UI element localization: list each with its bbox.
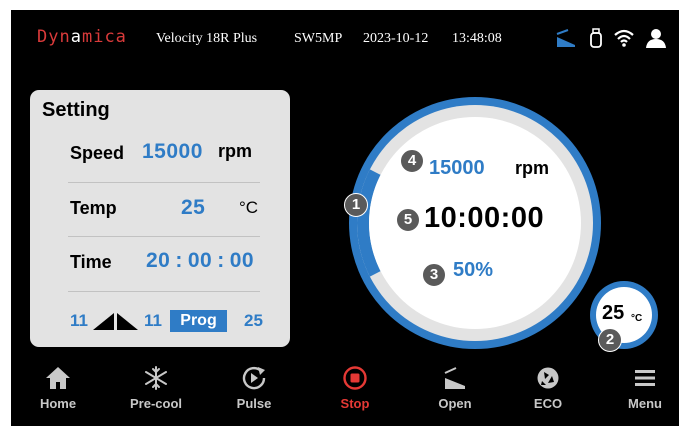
current-speed: 15000: [429, 157, 485, 179]
time-sep: :: [217, 249, 225, 272]
menu-icon: [635, 370, 655, 386]
setting-title: Setting: [42, 99, 110, 121]
time-sep: :: [175, 249, 183, 272]
callout-badge-2: 2: [598, 328, 622, 352]
nav-stop-label: Stop: [340, 396, 370, 411]
bottom-nav: Home Pre-cool Pulse Stop Open ECO Menu: [11, 360, 679, 426]
divider: [68, 182, 260, 183]
nav-eco[interactable]: ECO: [508, 366, 588, 422]
speed-label: Speed: [70, 143, 125, 163]
status-bar: Dynamica Velocity 18R Plus SW5MP 2023-10…: [11, 10, 679, 62]
speed-unit: rpm: [218, 141, 253, 161]
firmware-version: SW5MP: [294, 31, 343, 46]
time-label: Time: [70, 252, 112, 272]
temp-unit: °C: [239, 198, 259, 217]
nav-pulse[interactable]: Pulse: [214, 366, 294, 422]
divider: [68, 291, 260, 292]
time-setting-value[interactable]: 20:00:00: [146, 249, 254, 273]
home-icon: [46, 367, 70, 389]
pulse-icon: [242, 366, 266, 390]
brand-logo: Dynamica: [37, 27, 127, 47]
accel-value[interactable]: 11: [70, 311, 88, 331]
nav-menu[interactable]: Menu: [605, 366, 685, 422]
setting-panel[interactable]: Setting Speed 15000 rpm Temp 25 °C Time …: [30, 90, 290, 347]
current-speed-unit: rpm: [515, 158, 550, 178]
divider: [68, 236, 260, 237]
callout-badge-1: 1: [344, 193, 368, 217]
user-icon[interactable]: [645, 27, 667, 49]
prog-number: 25: [244, 311, 263, 330]
callout-badge-5: 5: [396, 208, 420, 232]
callout-badge-4: 4: [400, 149, 424, 173]
logo-text-red: Dyn: [37, 27, 71, 47]
nav-home[interactable]: Home: [18, 366, 98, 422]
model-name: Velocity 18R Plus: [156, 31, 258, 46]
nav-eco-label: ECO: [533, 396, 563, 411]
remaining-time: 10:00:00: [424, 202, 545, 234]
temp-label: Temp: [70, 198, 117, 218]
lid-open-icon: [444, 367, 465, 389]
accel-decel-icon: [93, 313, 138, 330]
run-gauge: 1 4 5 3 15000 rpm 10:00:00 50%: [340, 88, 610, 358]
status-time: 13:48:08: [452, 31, 502, 46]
logo-text-red-2: mica: [81, 27, 127, 47]
nav-menu-label: Menu: [628, 396, 662, 411]
temp-setting-value[interactable]: 25: [181, 196, 205, 220]
nav-pulse-label: Pulse: [236, 396, 272, 411]
nav-stop[interactable]: Stop: [315, 366, 395, 422]
lid-icon: [556, 29, 575, 47]
program-row: 11 11 Prog 25: [70, 310, 280, 334]
current-temp-value: 25: [602, 302, 625, 324]
nav-precool[interactable]: Pre-cool: [116, 366, 196, 422]
nav-home-label: Home: [39, 396, 77, 411]
device-screen: Dynamica Velocity 18R Plus SW5MP 2023-10…: [11, 10, 679, 426]
nav-open[interactable]: Open: [415, 366, 495, 422]
time-minutes: 00: [187, 249, 213, 272]
current-temp-unit: °C: [631, 313, 643, 324]
progress-percent: 50%: [453, 259, 494, 281]
wifi-icon: [614, 29, 634, 47]
decel-value[interactable]: 11: [144, 311, 162, 331]
nav-precool-label: Pre-cool: [129, 396, 182, 411]
callout-badge-3: 3: [422, 263, 446, 287]
time-hours: 20: [146, 249, 171, 272]
logo-text-white: a: [70, 27, 82, 47]
nav-open-label: Open: [438, 396, 472, 411]
stop-icon: [343, 366, 367, 390]
snowflake-icon: [145, 366, 167, 390]
time-seconds: 00: [229, 249, 255, 272]
prog-button[interactable]: Prog: [170, 310, 227, 332]
eco-icon: [537, 367, 559, 389]
usb-icon: [590, 28, 602, 48]
status-date: 2023-10-12: [363, 31, 429, 46]
speed-setting-value[interactable]: 15000: [142, 140, 203, 164]
